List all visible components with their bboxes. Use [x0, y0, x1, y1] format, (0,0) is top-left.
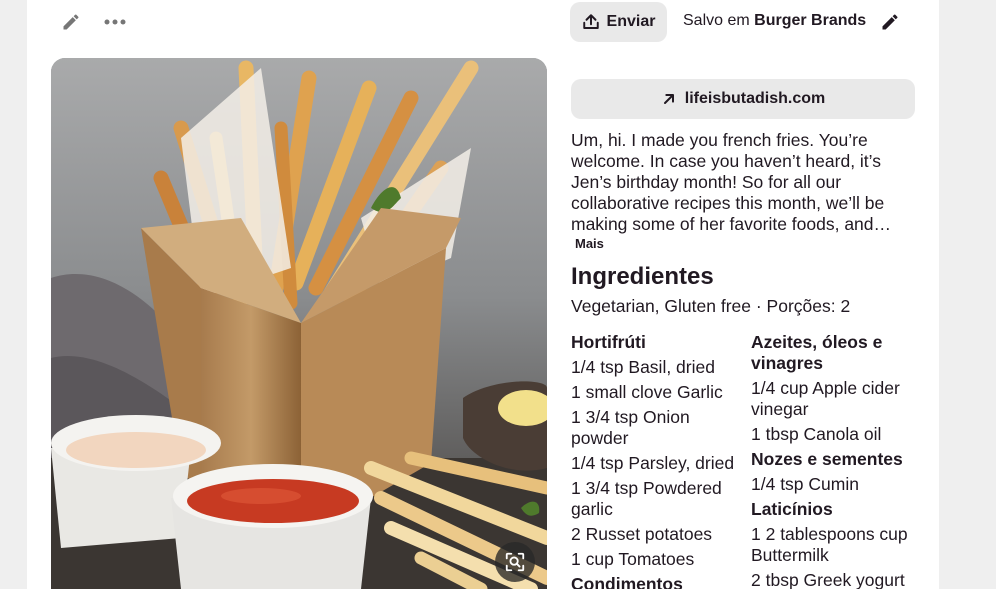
ingredients-left-column: Hortifrúti 1/4 tsp Basil, dried 1 small … [571, 332, 743, 589]
ingredient-category: Laticínios [751, 499, 833, 519]
pin-card: Enviar Salvo em Burger Brands lifeisbuta… [27, 0, 939, 589]
ingredient-category: Nozes e sementes [751, 449, 903, 469]
ingredient-item: 1 small clove Garlic [571, 382, 723, 402]
ellipsis-icon[interactable] [100, 7, 130, 37]
board-name[interactable]: Burger Brands [754, 12, 866, 29]
ingredient-item: 1 2 tablespoons cup Buttermilk [751, 524, 908, 565]
ingredient-category: Condimentos [571, 574, 683, 589]
saved-to-board[interactable]: Salvo em Burger Brands [683, 12, 866, 30]
arrow-up-right-icon [663, 94, 674, 104]
pencil-icon[interactable] [56, 7, 86, 37]
edit-pin-button[interactable] [875, 7, 905, 37]
ingredient-item: 1 3/4 tsp Onion powder [571, 407, 690, 448]
upload-icon [582, 14, 599, 29]
share-button[interactable]: Enviar [570, 2, 667, 42]
visual-search-button[interactable] [495, 542, 535, 582]
ingredient-item: 1 cup Tomatoes [571, 549, 695, 569]
ingredients-right-column: Azeites, óleos e vinagres 1/4 cup Apple … [751, 332, 919, 589]
source-domain: lifeisbutadish.com [684, 90, 826, 107]
more-link[interactable]: Mais [575, 236, 604, 251]
ingredient-item: 2 Russet potatoes [571, 524, 713, 544]
ingredient-item: 1/4 tsp Parsley, dried [571, 453, 735, 473]
lens-icon [505, 552, 525, 572]
ingredient-category: Hortifrúti [571, 332, 646, 352]
pencil-icon [882, 14, 898, 30]
ingredients-title: Ingredientes [571, 263, 714, 290]
ingredient-category: Azeites, óleos e vinagres [751, 332, 883, 373]
ingredients-meta: Vegetarian, Gluten free · Porções: 2 [571, 296, 851, 316]
ingredient-item: 1/4 cup Apple cider vinegar [751, 378, 900, 419]
french-fries-photo [51, 58, 547, 589]
ingredient-item: 1/4 tsp Cumin [751, 474, 859, 494]
ingredient-item: 2 tbsp Greek yogurt [751, 570, 905, 589]
ingredient-item: 1 tbsp Canola oil [751, 424, 882, 444]
saved-prefix: Salvo em [683, 12, 750, 29]
source-link-button[interactable]: lifeisbutadish.com [571, 79, 915, 119]
ingredient-item: 1/4 tsp Basil, dried [571, 357, 715, 377]
share-label: Enviar [606, 13, 656, 30]
ingredient-item: 1 3/4 tsp Powdered garlic [571, 478, 722, 519]
pin-image[interactable] [51, 58, 547, 589]
pin-description: Um, hi. I made you french fries. You’re … [571, 130, 892, 234]
